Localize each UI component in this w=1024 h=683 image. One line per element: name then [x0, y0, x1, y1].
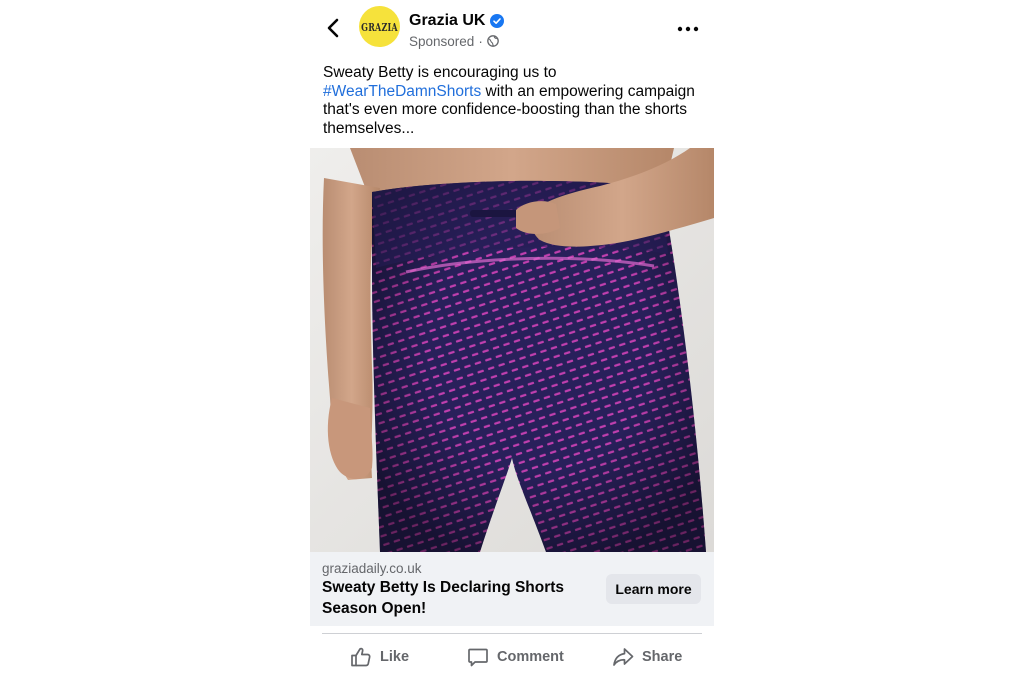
link-headline[interactable]: Sweaty Betty Is Declaring Shorts Season …: [322, 578, 592, 619]
link-domain: graziadaily.co.uk: [322, 561, 422, 576]
verified-badge-icon: [490, 14, 505, 28]
sponsored-label[interactable]: Sponsored: [409, 34, 474, 49]
share-button[interactable]: Share: [612, 642, 682, 672]
actions-divider: [322, 633, 702, 634]
post-actions: Like Comment Share: [310, 638, 714, 676]
page-name-row: Grazia UK: [409, 11, 505, 31]
zip-pocket: [470, 210, 522, 217]
learn-more-button[interactable]: Learn more: [606, 574, 701, 604]
comment-button[interactable]: Comment: [467, 642, 564, 672]
chevron-left-icon[interactable]: [324, 16, 344, 40]
avatar[interactable]: GRAZIA: [359, 6, 400, 47]
sponsored-row: Sponsored ·: [409, 33, 499, 49]
post-caption: Sweaty Betty is encouraging us to #WearT…: [323, 64, 707, 138]
comment-bubble-icon: [468, 648, 488, 667]
thumbs-up-icon: [351, 647, 371, 667]
like-button[interactable]: Like: [350, 642, 409, 672]
more-horizontal-icon[interactable]: [676, 24, 700, 34]
share-label: Share: [642, 649, 683, 665]
link-preview[interactable]: graziadaily.co.uk Sweaty Betty Is Declar…: [310, 552, 714, 626]
hashtag-link[interactable]: #WearTheDamnShorts: [323, 83, 481, 100]
avatar-logo-text: GRAZIA: [361, 19, 398, 34]
share-arrow-icon: [613, 648, 634, 666]
like-label: Like: [380, 649, 410, 665]
sponsored-post: GRAZIA Grazia UK Sponsored · Sweaty Bett…: [310, 0, 714, 683]
caption-text-start: Sweaty Betty is encouraging us to: [323, 64, 557, 81]
globe-icon: [486, 35, 499, 47]
post-image[interactable]: [310, 148, 714, 552]
page-name[interactable]: Grazia UK: [409, 12, 485, 30]
comment-label: Comment: [497, 649, 564, 665]
post-header: GRAZIA Grazia UK Sponsored ·: [310, 0, 714, 62]
leggings-photo: [310, 148, 714, 552]
separator-dot: ·: [478, 33, 483, 49]
